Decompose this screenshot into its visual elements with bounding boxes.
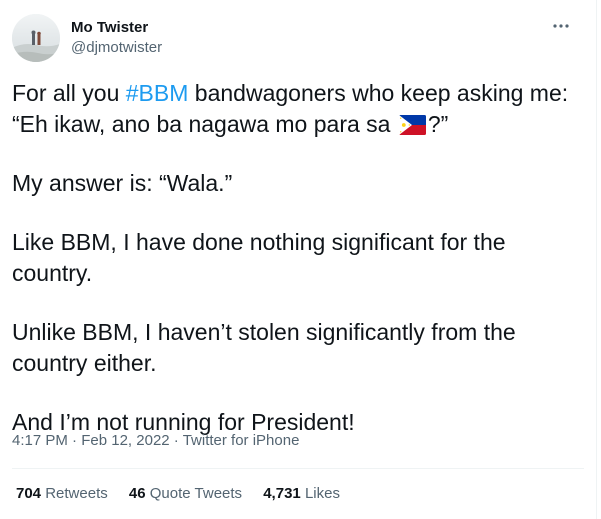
tweet-header: Mo Twister @djmotwister [12,14,580,64]
author-names: Mo Twister @djmotwister [71,18,162,58]
tweet-p3-line2: country. [12,260,93,286]
tweet-date[interactable]: Feb 12, 2022 [81,432,169,449]
tweet-paragraph-4: Unlike BBM, I haven’t stolen significant… [12,317,582,379]
tweet-line2-suffix: ?” [427,111,449,137]
tweet-paragraph-3: Like BBM, I have done nothing significan… [12,227,582,289]
tweet-paragraph-2: My answer is: “Wala.” [12,170,233,196]
tweet-source[interactable]: Twitter for iPhone [183,432,300,449]
meta-separator-2: · [173,432,179,449]
quote-tweets-label: Quote Tweets [149,485,243,502]
tweet-meta: 4:17 PM · Feb 12, 2022 · Twitter for iPh… [12,431,299,451]
likes-label: Likes [304,485,340,502]
divider [12,468,584,469]
retweets-count: 704 [16,485,42,502]
retweets-label: Retweets [45,485,108,502]
author-display-name[interactable]: Mo Twister [71,18,162,38]
retweets-stat[interactable]: 704 Retweets [16,484,108,504]
likes-count: 4,731 [263,485,301,502]
tweet-line1-suffix: bandwagoners who keep asking me: [188,80,569,106]
tweet-p3-line1: Like BBM, I have done nothing significan… [12,229,506,255]
avatar[interactable] [12,14,60,62]
tweet-line2-prefix: “Eh ikaw, ano ba nagawa mo para sa [12,111,397,137]
quote-tweets-count: 46 [128,485,146,502]
tweet-line1-prefix: For all you [12,80,126,106]
more-options-icon [553,24,569,28]
tweet-p4-line2: country either. [12,350,157,376]
tweet-time[interactable]: 4:17 PM [12,432,68,449]
hashtag-bbm-link[interactable]: #BBM [126,80,189,106]
likes-stat[interactable]: 4,731 Likes [263,484,340,504]
tweet-p4-line1: Unlike BBM, I haven’t stolen significant… [12,319,516,345]
tweet-text: For all you #BBM bandwagoners who keep a… [12,78,582,466]
tweet-card: Mo Twister @djmotwister For all you #BBM… [0,0,597,519]
tweet-paragraph-1: For all you #BBM bandwagoners who keep a… [12,78,582,140]
more-options-button[interactable] [550,16,572,36]
philippines-flag-icon [398,115,426,135]
quote-tweets-stat[interactable]: 46 Quote Tweets [129,484,242,504]
meta-separator: · [72,432,78,449]
avatar-image [12,14,60,62]
tweet-stats: 704 Retweets 46 Quote Tweets 4,731 Likes [16,484,357,504]
author-handle[interactable]: @djmotwister [71,38,162,58]
